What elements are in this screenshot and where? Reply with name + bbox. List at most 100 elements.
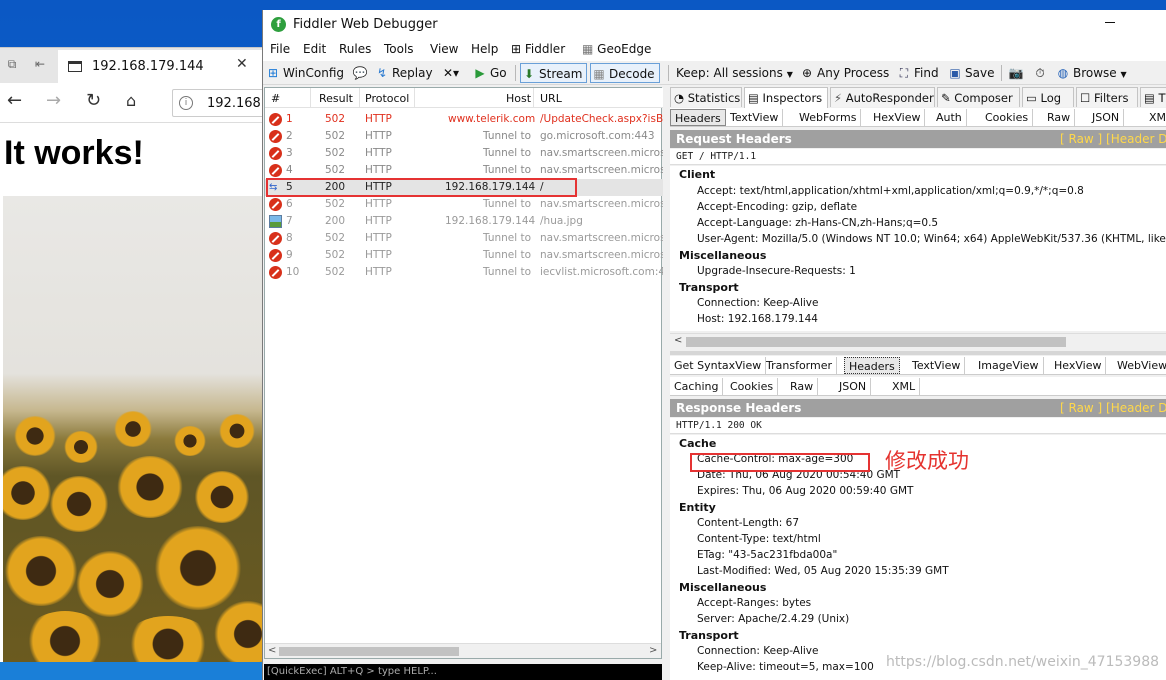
home-icon[interactable]: ⌂ (126, 91, 136, 111)
replay-button[interactable]: ↯ Replay (374, 63, 433, 83)
header-item[interactable]: Accept-Ranges: bytes (697, 597, 811, 609)
tab-filters[interactable]: ☐ Filters (1076, 87, 1138, 107)
info-icon[interactable]: i (179, 96, 193, 110)
any-process-button[interactable]: ⊕ Any Process (799, 63, 889, 83)
header-item[interactable]: Accept: text/html,application/xhtml+xml,… (697, 185, 1084, 197)
browser-tab[interactable]: 192.168.179.144 ✕ (58, 50, 262, 83)
screenshot-button[interactable]: 📷 (1008, 63, 1026, 83)
req-tab-cookies[interactable]: Cookies (981, 109, 1034, 126)
req-tab-xml[interactable]: XM (1145, 109, 1166, 126)
req-tab-headers[interactable]: Headers (670, 109, 726, 126)
comment-button[interactable]: 💬 (352, 63, 370, 83)
scrollbar-thumb[interactable] (686, 337, 1066, 347)
tab-autoresponder[interactable]: ⚡ AutoResponder (830, 87, 935, 107)
request-scrollbar[interactable]: < (670, 333, 1166, 349)
header-item[interactable]: Keep-Alive: timeout=5, max=100 (697, 661, 874, 673)
session-row[interactable]: 7 200 HTTP 192.168.179.144 /hua.jpg (265, 213, 663, 230)
resp-tab-json[interactable]: JSON (835, 378, 872, 395)
back-arrow-icon[interactable]: ← (7, 91, 22, 111)
resp-tab-xml[interactable]: XML (888, 378, 921, 395)
header-item[interactable]: Last-Modified: Wed, 05 Aug 2020 15:35:39… (697, 565, 949, 577)
req-tab-auth[interactable]: Auth (932, 109, 967, 126)
menu-rules[interactable]: Rules (339, 42, 371, 56)
timer-button[interactable]: ⏱ (1032, 63, 1050, 83)
sessions-list[interactable]: # Result Protocol Host URL 1 502 HTTP ww… (264, 87, 663, 659)
tab-aside-icon[interactable]: ⇤ (32, 57, 48, 71)
save-button[interactable]: ▣ Save (947, 63, 994, 83)
tab-timeline[interactable]: ▤ T (1140, 87, 1166, 107)
tab-inspectors[interactable]: ▤ Inspectors (744, 87, 828, 108)
resp-tab-webview[interactable]: WebView (1113, 357, 1166, 374)
resp-tab-cookies[interactable]: Cookies (726, 378, 779, 395)
menu-view[interactable]: View (430, 42, 458, 56)
sessions-scrollbar[interactable]: < > (265, 643, 661, 658)
req-tab-raw[interactable]: Raw (1043, 109, 1076, 126)
req-tab-hexview[interactable]: HexView (869, 109, 926, 126)
response-raw-link[interactable]: [ Raw ] [Header De (1060, 399, 1166, 417)
scrollbar-thumb[interactable] (279, 647, 459, 656)
request-raw-link[interactable]: [ Raw ] [Header De (1060, 130, 1166, 148)
address-bar[interactable]: i 192.168.1 (172, 89, 273, 117)
group-client[interactable]: Client (679, 168, 715, 181)
resp-tab-caching[interactable]: Caching (670, 378, 724, 395)
session-row[interactable]: 3 502 HTTP Tunnel to nav.smartscreen.mic… (265, 145, 663, 162)
menu-edit[interactable]: Edit (303, 42, 326, 56)
req-tab-webforms[interactable]: WebForms (795, 109, 862, 126)
header-item[interactable]: Upgrade-Insecure-Requests: 1 (697, 265, 856, 277)
scroll-right-icon[interactable]: > (649, 645, 657, 656)
group-transport[interactable]: Transport (679, 281, 739, 294)
resp-tab-imageview[interactable]: ImageView (974, 357, 1044, 374)
resp-tab-transformer[interactable]: Transformer (762, 357, 838, 374)
header-item[interactable]: Accept-Language: zh-Hans-CN,zh-Hans;q=0.… (697, 217, 938, 229)
session-row[interactable]: 6 502 HTTP Tunnel to nav.smartscreen.mic… (265, 196, 663, 213)
tab-actions-icon[interactable]: ⧉ (4, 57, 20, 71)
resp-tab-headers[interactable]: Headers (844, 357, 900, 374)
header-item[interactable]: Expires: Thu, 06 Aug 2020 00:59:40 GMT (697, 485, 913, 497)
scroll-left-icon[interactable]: < (674, 335, 682, 346)
group-transport[interactable]: Transport (679, 629, 739, 642)
header-item[interactable]: Server: Apache/2.4.29 (Unix) (697, 613, 849, 625)
header-item[interactable]: Host: 192.168.179.144 (697, 313, 818, 325)
tab-log[interactable]: ▭ Log (1022, 87, 1074, 107)
menu-file[interactable]: File (270, 42, 290, 56)
group-cache[interactable]: Cache (679, 437, 716, 450)
pane-splitter[interactable] (670, 351, 1166, 355)
find-button[interactable]: ⛶ Find (896, 63, 939, 83)
close-tab-icon[interactable]: ✕ (236, 56, 248, 72)
menu-help[interactable]: Help (471, 42, 498, 56)
winconfig-button[interactable]: ⊞ WinConfig (265, 63, 344, 83)
tab-composer[interactable]: ✎ Composer (937, 87, 1020, 107)
refresh-icon[interactable]: ↻ (86, 91, 101, 111)
session-row[interactable]: 8 502 HTTP Tunnel to nav.smartscreen.mic… (265, 230, 663, 247)
remove-button[interactable]: ✕▾ (443, 63, 461, 83)
keep-sessions-dropdown[interactable]: Keep: All sessions ▼ (676, 63, 793, 83)
header-item[interactable]: Connection: Keep-Alive (697, 297, 818, 309)
session-row[interactable]: 4 502 HTTP Tunnel to nav.smartscreen.mic… (265, 162, 663, 179)
resp-tab-textview[interactable]: TextView (908, 357, 966, 374)
header-item[interactable]: User-Agent: Mozilla/5.0 (Windows NT 10.0… (697, 233, 1166, 245)
resp-tab-syntaxview[interactable]: Get SyntaxView (670, 357, 767, 374)
menu-tools[interactable]: Tools (384, 42, 414, 56)
tab-statistics[interactable]: ◔ Statistics (670, 87, 742, 107)
col-url[interactable]: URL (540, 92, 562, 105)
header-item[interactable]: Accept-Encoding: gzip, deflate (697, 201, 857, 213)
go-button[interactable]: ▶ Go (472, 63, 506, 83)
menu-fiddler[interactable]: ⊞ Fiddler (511, 42, 565, 56)
session-row[interactable]: 1 502 HTTP www.telerik.com /UpdateCheck.… (265, 111, 663, 128)
group-miscellaneous[interactable]: Miscellaneous (679, 581, 766, 594)
col-protocol[interactable]: Protocol (365, 92, 409, 105)
quickexec-input[interactable]: [QuickExec] ALT+Q > type HELP... (264, 664, 662, 680)
session-row[interactable]: 2 502 HTTP Tunnel to go.microsoft.com:44… (265, 128, 663, 145)
scroll-left-icon[interactable]: < (268, 645, 276, 656)
col-host[interactable]: Host (506, 92, 531, 105)
group-entity[interactable]: Entity (679, 501, 716, 514)
browse-button[interactable]: ◍ Browse ▼ (1055, 63, 1127, 83)
header-item[interactable]: ETag: "43-5ac231fbda00a" (697, 549, 837, 561)
session-row[interactable]: 9 502 HTTP Tunnel to nav.smartscreen.mic… (265, 247, 663, 264)
req-tab-json[interactable]: JSON (1088, 109, 1125, 126)
resp-tab-raw[interactable]: Raw (786, 378, 819, 395)
group-miscellaneous[interactable]: Miscellaneous (679, 249, 766, 262)
req-tab-textview[interactable]: TextView (726, 109, 784, 126)
minimize-button[interactable] (1105, 22, 1115, 23)
header-item[interactable]: Connection: Keep-Alive (697, 645, 818, 657)
